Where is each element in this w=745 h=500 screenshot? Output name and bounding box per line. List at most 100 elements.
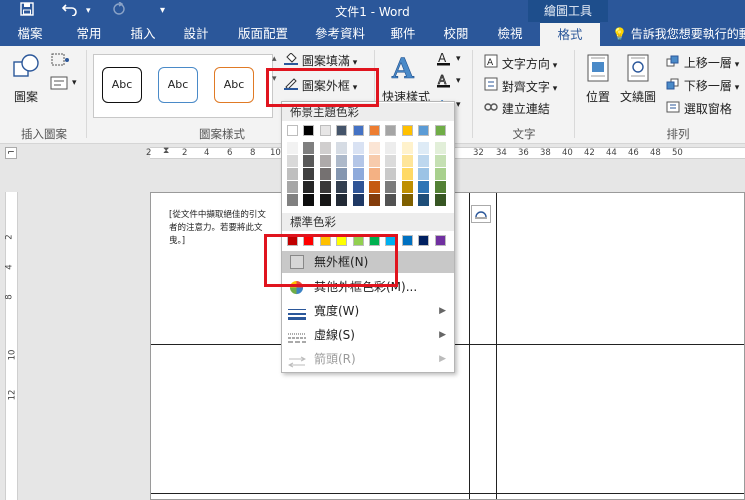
theme-color-shade-swatch[interactable] — [369, 155, 380, 167]
text-fill-icon[interactable]: A — [436, 50, 452, 69]
theme-color-shade-swatch[interactable] — [287, 142, 298, 154]
tab-format[interactable]: 格式 — [540, 22, 600, 46]
theme-color-shade-swatch[interactable] — [418, 194, 430, 206]
theme-color-shade-swatch[interactable] — [336, 155, 348, 167]
theme-color-shade-swatch[interactable] — [401, 168, 413, 180]
tell-me-search[interactable]: 💡 告訴我您想要執行的動 — [612, 22, 745, 46]
theme-color-shade-swatch[interactable] — [434, 168, 446, 180]
theme-color-shade-swatch[interactable] — [287, 181, 298, 193]
theme-color-shade-swatch[interactable] — [418, 155, 430, 167]
shapes-gallery-icon[interactable] — [12, 52, 42, 85]
theme-color-swatch[interactable] — [352, 125, 364, 136]
theme-color-shade-swatch[interactable] — [434, 155, 446, 167]
theme-color-shade-swatch[interactable] — [319, 181, 331, 193]
send-backward-button[interactable]: 下移一層 ▾ — [666, 77, 739, 94]
position-icon[interactable] — [586, 54, 610, 85]
theme-color-shade-swatch[interactable] — [336, 194, 348, 206]
tab-home[interactable]: 常用 — [60, 22, 118, 46]
tab-insert[interactable]: 插入 — [118, 22, 168, 46]
theme-color-swatch[interactable] — [401, 125, 413, 136]
theme-color-shade-swatch[interactable] — [352, 181, 364, 193]
theme-color-shade-swatch[interactable] — [385, 168, 397, 180]
tab-review[interactable]: 校閱 — [432, 22, 480, 46]
theme-color-shade-swatch[interactable] — [434, 181, 446, 193]
theme-color-shade-swatch[interactable] — [385, 155, 397, 167]
text-outline-icon[interactable]: A — [436, 72, 452, 91]
theme-color-shade-swatch[interactable] — [303, 155, 315, 167]
wrap-text-icon[interactable] — [626, 54, 650, 85]
wrap-text-label[interactable]: 文繞圖 — [620, 88, 656, 105]
theme-color-shade-swatch[interactable] — [401, 155, 413, 167]
theme-color-shade-swatch[interactable] — [303, 168, 315, 180]
theme-color-shade-swatch[interactable] — [352, 194, 364, 206]
theme-color-shade-swatch[interactable] — [287, 168, 298, 180]
tab-view[interactable]: 檢視 — [486, 22, 534, 46]
bring-forward-button[interactable]: 上移一層 ▾ — [666, 54, 739, 71]
theme-color-shade-swatch[interactable] — [303, 194, 315, 206]
shape-fill-button[interactable]: 圖案填滿 ▾ — [284, 52, 357, 69]
wordart-a-icon[interactable]: A — [390, 52, 420, 87]
selection-pane-button[interactable]: 選取窗格 — [666, 100, 732, 117]
theme-color-shade-swatch[interactable] — [418, 168, 430, 180]
theme-color-shade-swatch[interactable] — [319, 194, 331, 206]
theme-color-shade-swatch[interactable] — [385, 142, 397, 154]
pull-quote-text-box[interactable]: [從文件中擷取絕佳的引文 者的注意力。若要將此文 曳。] — [169, 209, 266, 248]
tab-layout[interactable]: 版面配置 — [226, 22, 300, 46]
tab-file[interactable]: 檔案 — [4, 22, 56, 46]
theme-color-swatch[interactable] — [385, 125, 397, 136]
standard-color-swatch[interactable] — [418, 235, 430, 246]
theme-color-shade-swatch[interactable] — [401, 194, 413, 206]
tab-references[interactable]: 參考資料 — [304, 22, 376, 46]
theme-color-swatch[interactable] — [303, 125, 315, 136]
theme-color-shade-swatch[interactable] — [401, 142, 413, 154]
gallery-scroll-up-icon[interactable]: ▴ — [272, 54, 277, 64]
theme-color-shade-swatch[interactable] — [369, 181, 380, 193]
dashes-option[interactable]: 虛線(S) ▶ — [282, 324, 454, 346]
theme-color-shade-swatch[interactable] — [385, 181, 397, 193]
theme-color-shade-swatch[interactable] — [336, 142, 348, 154]
standard-color-swatch[interactable] — [401, 235, 413, 246]
tab-mailings[interactable]: 郵件 — [380, 22, 426, 46]
theme-color-shade-swatch[interactable] — [352, 155, 364, 167]
position-label[interactable]: 位置 — [586, 88, 610, 105]
theme-color-shade-swatch[interactable] — [303, 142, 315, 154]
layout-options-icon[interactable] — [471, 205, 491, 223]
indent-marker-icon[interactable]: ⧗ — [163, 146, 169, 156]
text-fill-dropdown-icon[interactable]: ▾ — [456, 54, 461, 64]
theme-color-shade-swatch[interactable] — [434, 194, 446, 206]
theme-color-shade-swatch[interactable] — [369, 168, 380, 180]
theme-color-shade-swatch[interactable] — [369, 194, 380, 206]
weight-option[interactable]: 寬度(W) ▶ — [282, 300, 454, 322]
theme-color-shade-swatch[interactable] — [336, 181, 348, 193]
theme-color-shade-swatch[interactable] — [352, 142, 364, 154]
theme-color-shade-swatch[interactable] — [418, 142, 430, 154]
theme-color-swatch[interactable] — [418, 125, 430, 136]
theme-color-shade-swatch[interactable] — [352, 168, 364, 180]
standard-color-swatch[interactable] — [434, 235, 446, 246]
theme-color-shade-swatch[interactable] — [319, 142, 331, 154]
style-sample-blue[interactable]: Abc — [158, 67, 198, 103]
theme-color-shade-swatch[interactable] — [369, 142, 380, 154]
shapes-label[interactable]: 圖案 — [14, 88, 38, 105]
edit-shape-icon[interactable] — [50, 52, 72, 71]
theme-color-shade-swatch[interactable] — [434, 142, 446, 154]
theme-color-shade-swatch[interactable] — [287, 194, 298, 206]
theme-color-shade-swatch[interactable] — [319, 155, 331, 167]
text-box-dropdown-icon[interactable]: ▾ — [72, 78, 77, 88]
theme-color-swatch[interactable] — [434, 125, 446, 136]
tab-stop-selector-icon[interactable]: ⌐ — [5, 147, 17, 159]
theme-color-shade-swatch[interactable] — [336, 168, 348, 180]
tab-design[interactable]: 設計 — [170, 22, 222, 46]
theme-color-swatch[interactable] — [336, 125, 348, 136]
style-sample-black[interactable]: Abc — [102, 67, 142, 103]
create-link-button[interactable]: 建立連結 — [484, 100, 550, 117]
theme-color-shade-swatch[interactable] — [287, 155, 298, 167]
theme-color-swatch[interactable] — [369, 125, 380, 136]
theme-color-shade-swatch[interactable] — [303, 181, 315, 193]
theme-color-shade-swatch[interactable] — [319, 168, 331, 180]
text-direction-button[interactable]: A 文字方向 ▾ — [484, 54, 557, 72]
theme-color-shade-swatch[interactable] — [385, 194, 397, 206]
theme-color-shade-swatch[interactable] — [401, 181, 413, 193]
text-outline-dropdown-icon[interactable]: ▾ — [456, 76, 461, 86]
style-sample-orange[interactable]: Abc — [214, 67, 254, 103]
